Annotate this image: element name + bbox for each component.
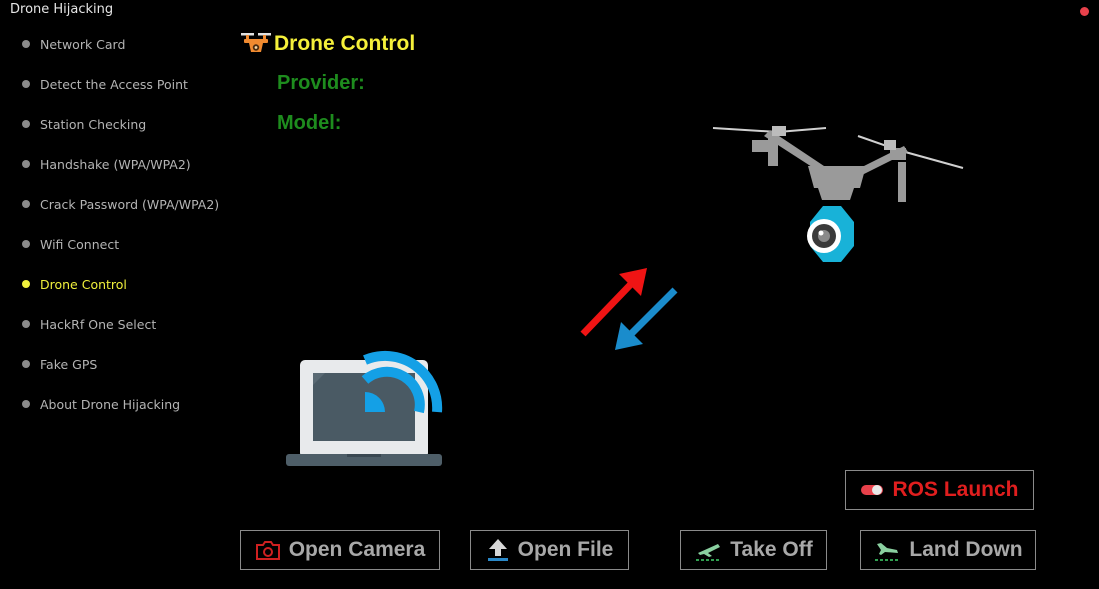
sidebar-item-label: Wifi Connect: [40, 236, 120, 252]
take-off-label: Take Off: [730, 538, 813, 561]
sidebar-item-label: Network Card: [40, 36, 126, 52]
bullet-icon: [22, 400, 30, 408]
provider-label: Provider:: [277, 72, 365, 94]
sidebar-item-crack-password[interactable]: Crack Password (WPA/WPA2): [22, 194, 219, 214]
bullet-icon: [22, 160, 30, 168]
sidebar-item-hackrf-one-select[interactable]: HackRf One Select: [22, 314, 156, 334]
sidebar-item-detect-access-point[interactable]: Detect the Access Point: [22, 74, 188, 94]
sidebar-item-about[interactable]: About Drone Hijacking: [22, 394, 180, 414]
bullet-icon: [22, 320, 30, 328]
model-label: Model:: [277, 112, 342, 134]
drone-icon: [241, 33, 271, 52]
ros-launch-label: ROS Launch: [892, 478, 1019, 501]
sidebar-item-label: Detect the Access Point: [40, 76, 188, 92]
app-window: Drone Hijacking Network Card Detect the …: [0, 0, 1099, 589]
open-camera-button[interactable]: Open Camera: [240, 530, 440, 570]
ros-launch-button[interactable]: ROS Launch: [845, 470, 1034, 510]
sidebar-item-label: About Drone Hijacking: [40, 396, 181, 412]
bullet-icon: [22, 240, 30, 248]
land-down-label: Land Down: [909, 538, 1023, 561]
sidebar-item-label: Fake GPS: [40, 356, 98, 372]
bullet-icon: [22, 40, 30, 48]
land-down-button[interactable]: Land Down: [860, 530, 1036, 570]
sidebar-item-label: Station Checking: [40, 116, 147, 132]
sidebar-item-label: Drone Control: [40, 276, 127, 292]
bullet-icon: [22, 200, 30, 208]
laptop-wifi-icon: [286, 351, 443, 466]
sidebar-item-network-card[interactable]: Network Card: [22, 34, 125, 54]
open-file-label: Open File: [517, 538, 614, 561]
close-window-button[interactable]: [1080, 7, 1089, 16]
bullet-icon: [22, 80, 30, 88]
page-title: Drone Control: [274, 32, 416, 55]
camera-icon: [255, 541, 280, 560]
open-camera-label: Open Camera: [288, 538, 426, 561]
sidebar-item-label: Crack Password (WPA/WPA2): [40, 196, 220, 212]
take-off-button[interactable]: Take Off: [680, 530, 827, 570]
page-header: Drone Control: [240, 30, 415, 58]
sidebar-item-label: HackRf One Select: [40, 316, 157, 332]
sidebar-item-station-checking[interactable]: Station Checking: [22, 114, 146, 134]
sidebar-item-handshake[interactable]: Handshake (WPA/WPA2): [22, 154, 191, 174]
sidebar-item-wifi-connect[interactable]: Wifi Connect: [22, 234, 119, 254]
open-file-button[interactable]: Open File: [470, 530, 629, 570]
toggle-icon: [861, 485, 884, 495]
bullet-icon: [22, 280, 30, 288]
bullet-icon: [22, 120, 30, 128]
airplane-takeoff-icon: [696, 544, 721, 561]
sidebar-item-fake-gps[interactable]: Fake GPS: [22, 354, 97, 374]
window-title: Drone Hijacking: [10, 2, 114, 17]
sidebar-item-drone-control[interactable]: Drone Control: [22, 274, 127, 294]
transfer-arrows-icon: [580, 268, 678, 350]
upload-icon: [487, 539, 508, 561]
sidebar-item-label: Handshake (WPA/WPA2): [40, 156, 191, 172]
airplane-landing-icon: [875, 543, 900, 561]
drone-camera-icon: [712, 126, 964, 262]
bullet-icon: [22, 360, 30, 368]
